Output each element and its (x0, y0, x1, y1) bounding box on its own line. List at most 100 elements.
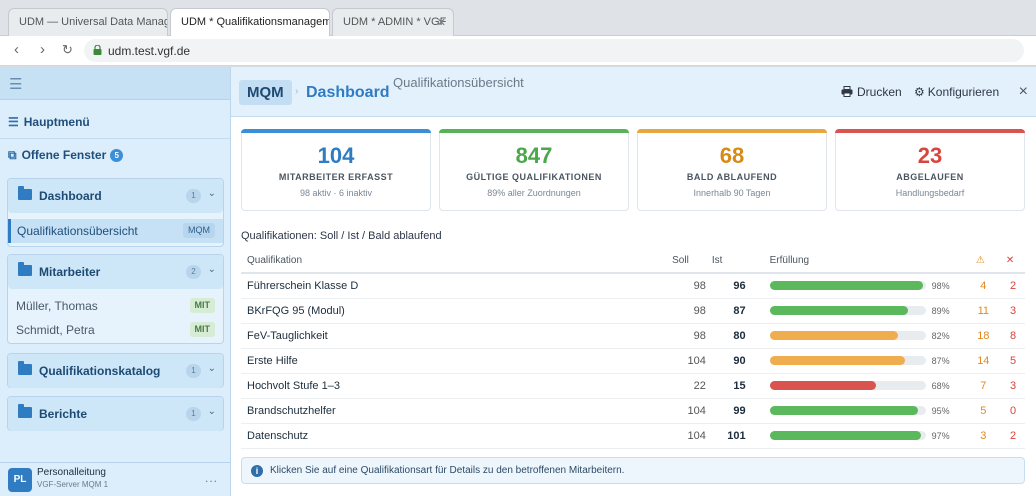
card-value: 104 (317, 143, 355, 168)
card-label: BALD ABLAUFEND (686, 172, 778, 182)
browser-tab-qualifikationsmanagement[interactable]: UDM * Qualifikationsmanageme (170, 8, 330, 37)
configure-label: Konfigurieren (927, 85, 1000, 99)
qual-ist: 101 (705, 423, 746, 449)
group-header-qualifikationskatalog[interactable]: Qualifikationskatalog 1 ⌄ (8, 354, 223, 388)
qual-warn-count: 14 (965, 348, 996, 374)
qual-soll: 22 (666, 373, 706, 399)
group-header-dashboard[interactable]: Dashboard 1 ⌄ (8, 179, 223, 213)
close-icon[interactable]: × (1019, 83, 1028, 101)
tab-label: UDM * ADMIN * VGF (343, 16, 447, 28)
progress-bar (769, 281, 926, 291)
menu-icon[interactable]: ☰ (9, 76, 22, 93)
progress-fill (769, 356, 906, 365)
progress-bar (769, 356, 926, 365)
item-tag: MIT (189, 298, 215, 313)
progress-fill (769, 381, 876, 390)
col-header-soll[interactable]: Soll (666, 249, 706, 274)
qual-exp-count: 5 (995, 348, 1025, 374)
table-row[interactable]: BKrFQG 95 (Modul) 98 87 89% 11 3 (241, 298, 1025, 324)
main-panel: MQM › Dashboard Qualifikationsübersicht … (231, 67, 1036, 496)
qual-name: FeV-Tauglichkeit (241, 323, 667, 349)
qual-progress-cell (745, 273, 926, 299)
tab-close-icon[interactable]: ✕ (437, 16, 446, 29)
more-icon[interactable]: ... (205, 471, 218, 485)
sidebar-offene-fenster[interactable]: ⧉ Offene Fenster 5 (8, 148, 124, 163)
card-sub: Innerhalb 90 Tagen (693, 188, 771, 198)
table-row[interactable]: Erste Hilfe 104 90 87% 14 5 (241, 348, 1025, 374)
info-hint: i Klicken Sie auf eine Qualifikationsart… (241, 457, 1025, 484)
card-value: 68 (719, 143, 745, 168)
qual-soll: 104 (666, 348, 706, 374)
table-header-row: Qualifikation Soll Ist Erfüllung ⚠ ✕ (241, 249, 1025, 274)
qual-exp-count: 3 (995, 373, 1025, 399)
col-header-erfuellung[interactable]: Erfüllung (745, 249, 926, 274)
table-row[interactable]: Datenschutz 104 101 97% 3 2 (241, 423, 1025, 449)
hauptmenu-label: Hauptmenü (23, 115, 90, 129)
back-icon[interactable]: ‹ (14, 42, 19, 58)
qual-ist: 87 (705, 298, 746, 324)
qual-warn-count: 4 (965, 273, 996, 299)
print-button[interactable]: Drucken (841, 85, 902, 99)
group-count: 1 (186, 407, 201, 421)
stat-card-gueltige[interactable]: 847 GÜLTIGE QUALIFIKATIONEN 89% aller Zu… (439, 129, 629, 211)
browser-tab-admin[interactable]: UDM * ADMIN * VGF ✕ (332, 8, 454, 36)
chevron-down-icon[interactable]: ⌄ (208, 406, 216, 417)
user-footer[interactable]: PL Personalleitung VGF-Server MQM 1 ... (0, 462, 230, 496)
card-label: MITARBEITER ERFASST (278, 172, 394, 182)
item-label: Qualifikationsübersicht (17, 224, 138, 238)
breadcrumb-separator: › (295, 86, 299, 97)
browser-addressbar: ‹ › ↻ udm.test.vgf.de (0, 36, 1036, 66)
qual-progress-cell (745, 423, 926, 449)
qual-pct: 98% (925, 273, 966, 299)
configure-button[interactable]: ⚙ Konfigurieren (914, 85, 999, 99)
col-header-name[interactable]: Qualifikation (241, 249, 667, 274)
qual-exp-count: 2 (995, 423, 1025, 449)
chevron-down-icon[interactable]: ⌄ (208, 264, 216, 275)
breadcrumb-mqm[interactable]: MQM (239, 80, 292, 105)
qual-pct: 68% (925, 373, 966, 399)
sidebar-toggle[interactable]: ☰ (0, 67, 230, 100)
group-header-mitarbeiter[interactable]: Mitarbeiter 2 ⌄ (8, 255, 223, 289)
lock-icon (93, 45, 102, 55)
browser-tabbar: UDM — Universal Data Manag... UDM * Qual… (0, 0, 1036, 37)
offene-fenster-count: 5 (110, 149, 124, 162)
browser-tab-udm[interactable]: UDM — Universal Data Manag... (8, 8, 168, 36)
sidebar-item-mueller-thomas[interactable]: Müller, Thomas MIT (8, 294, 223, 318)
qual-pct: 97% (925, 423, 966, 449)
chevron-down-icon[interactable]: ⌄ (208, 363, 216, 374)
stat-card-abgelaufen[interactable]: 23 ABGELAUFEN Handlungsbedarf (835, 129, 1025, 211)
qual-name: BKrFQG 95 (Modul) (241, 298, 667, 324)
qual-name: Datenschutz (241, 423, 667, 449)
table-row[interactable]: Brandschutzhelfer 104 99 95% 5 0 (241, 398, 1025, 424)
qual-name: Brandschutzhelfer (241, 398, 667, 424)
chevron-down-icon[interactable]: ⌄ (208, 188, 216, 199)
progress-fill (769, 431, 921, 440)
qual-progress-cell (745, 373, 926, 399)
forward-icon[interactable]: › (40, 42, 45, 58)
stat-card-mitarbeiter[interactable]: 104 MITARBEITER ERFASST 98 aktiv · 6 ina… (241, 129, 431, 211)
url-field[interactable]: udm.test.vgf.de (84, 39, 1024, 62)
section-title: Qualifikationen: Soll / Ist / Bald ablau… (241, 230, 442, 242)
stat-card-bald-ablaufend[interactable]: 68 BALD ABLAUFEND Innerhalb 90 Tagen (637, 129, 827, 211)
sidebar-hauptmenu[interactable]: ☰ Hauptmenü (8, 115, 90, 129)
col-header-ist[interactable]: Ist (705, 249, 746, 274)
sidebar-item-qualifikationsuebersicht[interactable]: Qualifikationsübersicht MQM (8, 219, 223, 243)
reload-icon[interactable]: ↻ (62, 42, 73, 58)
group-title: Qualifikationskatalog (39, 364, 161, 378)
qual-ist: 90 (705, 348, 746, 374)
card-accent (835, 129, 1025, 133)
url-text: udm.test.vgf.de (108, 44, 191, 58)
sidebar-group-dashboard: Dashboard 1 ⌄ Qualifikationsübersicht MQ… (7, 178, 224, 247)
table-row[interactable]: FeV-Tauglichkeit 98 80 82% 18 8 (241, 323, 1025, 349)
qual-pct: 87% (925, 348, 966, 374)
sidebar-item-schmidt-petra[interactable]: Schmidt, Petra MIT (8, 318, 223, 342)
table-row[interactable]: Hochvolt Stufe 1–3 22 15 68% 7 3 (241, 373, 1025, 399)
qual-soll: 98 (666, 273, 706, 299)
table-row[interactable]: Führerschein Klasse D 98 96 98% 4 2 (241, 273, 1025, 299)
menu-list-icon: ☰ (8, 115, 19, 129)
qual-warn-count: 18 (965, 323, 996, 349)
qual-ist: 80 (705, 323, 746, 349)
card-value: 847 (515, 143, 553, 168)
progress-bar (769, 406, 926, 415)
group-header-berichte[interactable]: Berichte 1 ⌄ (8, 397, 223, 431)
